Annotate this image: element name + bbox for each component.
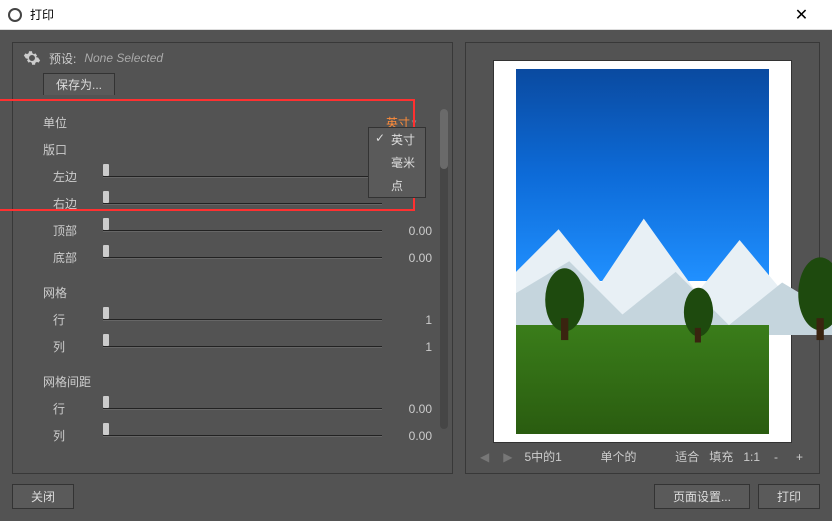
preset-label: 预设: — [49, 50, 76, 67]
preset-row: 预设: None Selected — [13, 43, 452, 73]
viewport-bottom-value: 0.00 — [392, 251, 432, 265]
spacing-rows-row: 行 0.00 — [53, 395, 432, 422]
spacing-cols-label: 列 — [53, 427, 103, 444]
grid-label: 网格 — [43, 284, 67, 301]
viewport-right-slider[interactable] — [103, 196, 382, 212]
zoom-out-button[interactable]: - — [770, 450, 782, 464]
settings-panel: 预设: None Selected 保存为... 单位 英寸 ▼ 英寸 毫米 点 — [12, 42, 453, 474]
preset-value: None Selected — [84, 51, 163, 65]
close-icon[interactable]: ✕ — [779, 0, 824, 30]
grid-section: 网格 — [43, 279, 432, 306]
spacing-label: 网格间距 — [43, 373, 91, 390]
gear-icon[interactable] — [23, 49, 41, 67]
preview-panel: ◀ ▶ 5中的1 单个的 适合 填充 1:1 - + — [465, 42, 820, 474]
settings-scroll: 单位 英寸 ▼ 英寸 毫米 点 版口 左边 — [13, 99, 452, 439]
viewport-top-row: 顶部 0.00 — [53, 217, 432, 244]
unit-label: 单位 — [43, 114, 93, 131]
viewport-bottom-row: 底部 0.00 — [53, 244, 432, 271]
unit-option-inches[interactable]: 英寸 — [369, 128, 425, 151]
grid-rows-slider[interactable] — [103, 312, 382, 328]
spacing-section: 网格间距 — [43, 368, 432, 395]
grid-cols-label: 列 — [53, 338, 103, 355]
app-body: 预设: None Selected 保存为... 单位 英寸 ▼ 英寸 毫米 点 — [0, 30, 832, 521]
fit-button[interactable]: 适合 — [675, 448, 699, 465]
zoom-level[interactable]: 1:1 — [743, 450, 760, 464]
page-counter: 5中的1 — [524, 448, 561, 465]
spacing-cols-value: 0.00 — [392, 429, 432, 443]
spacing-cols-slider[interactable] — [103, 428, 382, 444]
scrollbar-vertical[interactable] — [440, 109, 448, 429]
viewport-top-slider[interactable] — [103, 223, 382, 239]
print-button[interactable]: 打印 — [758, 484, 820, 509]
page-setup-button[interactable]: 页面设置... — [654, 484, 750, 509]
zoom-in-button[interactable]: + — [792, 450, 807, 464]
viewport-bottom-slider[interactable] — [103, 250, 382, 266]
close-button[interactable]: 关闭 — [12, 484, 74, 509]
viewport-top-label: 顶部 — [53, 222, 103, 239]
chevron-down-icon[interactable]: ▼ — [410, 118, 418, 127]
unit-option-mm[interactable]: 毫米 — [369, 151, 425, 174]
grid-cols-row: 列 1 — [53, 333, 432, 360]
grid-rows-value: 1 — [392, 313, 432, 327]
preview-image — [516, 69, 769, 434]
prev-page-icon[interactable]: ◀ — [478, 450, 491, 464]
unit-row[interactable]: 单位 英寸 ▼ 英寸 毫米 点 — [43, 109, 432, 136]
viewport-top-value: 0.00 — [392, 224, 432, 238]
spacing-cols-row: 列 0.00 — [53, 422, 432, 449]
saveas-button[interactable]: 保存为... — [43, 73, 115, 95]
grid-cols-slider[interactable] — [103, 339, 382, 355]
scroll-thumb[interactable] — [440, 109, 448, 169]
fill-button[interactable]: 填充 — [709, 448, 733, 465]
viewport-left-slider[interactable] — [103, 169, 382, 185]
spacing-rows-slider[interactable] — [103, 401, 382, 417]
preview-controls: ◀ ▶ 5中的1 单个的 适合 填充 1:1 - + — [474, 442, 811, 465]
viewport-left-label: 左边 — [53, 168, 103, 185]
app-icon — [8, 8, 22, 22]
next-page-icon[interactable]: ▶ — [501, 450, 514, 464]
unit-option-points[interactable]: 点 — [369, 174, 425, 197]
titlebar: 打印 ✕ — [0, 0, 832, 30]
viewport-right-label: 右边 — [53, 195, 103, 212]
viewport-label: 版口 — [43, 141, 67, 158]
preview-mode[interactable]: 单个的 — [601, 448, 637, 465]
footer: 关闭 页面设置... 打印 — [12, 474, 820, 509]
spacing-rows-value: 0.00 — [392, 402, 432, 416]
unit-dropdown-menu: 英寸 毫米 点 — [368, 127, 426, 198]
grid-cols-value: 1 — [392, 340, 432, 354]
window-title: 打印 — [30, 6, 779, 23]
viewport-bottom-label: 底部 — [53, 249, 103, 266]
preview-page — [494, 61, 791, 442]
grid-rows-label: 行 — [53, 311, 103, 328]
main-area: 预设: None Selected 保存为... 单位 英寸 ▼ 英寸 毫米 点 — [12, 42, 820, 474]
grid-rows-row: 行 1 — [53, 306, 432, 333]
spacing-rows-label: 行 — [53, 400, 103, 417]
